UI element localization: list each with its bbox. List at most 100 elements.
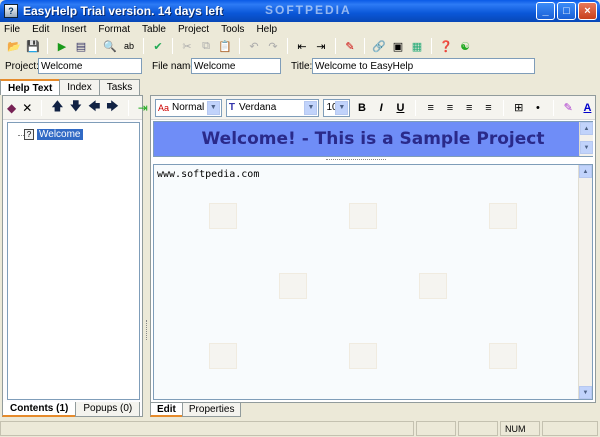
contents-toolbar: ◆ ✕ 🡅 🡇 🡄 🡆 ⇥ (3, 96, 148, 120)
tab-edit[interactable]: Edit (150, 403, 183, 417)
status-message (0, 421, 414, 436)
help-icon[interactable]: ❓ (438, 38, 454, 54)
style-icon: A​a (158, 102, 170, 113)
menu-table[interactable]: Table (142, 24, 166, 35)
size-combo[interactable]: 10 ▼ (323, 98, 351, 117)
italic-icon[interactable]: I (374, 100, 389, 116)
style-combo[interactable]: A​a Normal ▼ (155, 98, 222, 117)
heading-band[interactable]: Welcome! - This is a Sample Project (153, 121, 593, 157)
scroll-down-icon[interactable]: ▼ (579, 386, 592, 399)
font-color-icon[interactable]: A (580, 100, 595, 116)
undo-icon[interactable]: ↶ (246, 38, 262, 54)
menu-format[interactable]: Format (98, 24, 130, 35)
chevron-down-icon: ▼ (304, 100, 318, 115)
font-icon: T (228, 102, 235, 113)
watermark: SOFTPEDIA (265, 3, 352, 17)
menu-bar: File Edit Insert Format Table Project To… (0, 22, 600, 36)
scroll-down-icon[interactable]: ▼ (580, 141, 593, 154)
tab-help-text[interactable]: Help Text (0, 79, 61, 95)
tab-properties[interactable]: Properties (181, 403, 242, 417)
editor-scrollbar[interactable]: ▲ ▼ (578, 165, 592, 399)
move-up-icon[interactable]: 🡅 (51, 99, 63, 116)
find-icon[interactable]: 🔍 (102, 38, 118, 54)
tab-tasks[interactable]: Tasks (98, 79, 141, 95)
contents-panel: ◆ ✕ 🡅 🡇 🡄 🡆 ⇥ ? Welcome (2, 95, 148, 417)
preview-icon[interactable]: ▤ (73, 38, 89, 54)
copy-icon[interactable]: ⧉ (198, 38, 214, 54)
menu-help[interactable]: Help (256, 24, 277, 35)
format-toolbar: A​a Normal ▼ T Verdana ▼ 10 ▼ B I U ≡ ≡ … (151, 96, 595, 120)
paste-icon[interactable]: 📋 (217, 38, 233, 54)
editor-area[interactable]: www.softpedia.com ▲ ▼ (153, 164, 593, 400)
editor-panel: A​a Normal ▼ T Verdana ▼ 10 ▼ B I U ≡ ≡ … (150, 95, 596, 403)
scroll-up-icon[interactable]: ▲ (580, 122, 593, 135)
editor-content: www.softpedia.com (157, 169, 260, 180)
align-right-icon[interactable]: ≡ (462, 100, 477, 116)
tree-item-label: Welcome (37, 129, 83, 140)
save-icon[interactable]: 💾 (25, 38, 41, 54)
maximize-button[interactable]: □ (557, 2, 576, 20)
font-value: Verdana (239, 102, 277, 113)
close-button[interactable]: × (578, 2, 597, 20)
status-cell (416, 421, 456, 436)
title-bar: ? EasyHelp Trial version. 14 days left S… (0, 0, 600, 22)
status-cell (458, 421, 498, 436)
filename-field[interactable] (191, 58, 281, 74)
delete-icon[interactable]: ✕ (22, 100, 32, 116)
outdent-icon[interactable]: ⇤ (294, 38, 310, 54)
wizard-icon[interactable]: ☯ (457, 38, 473, 54)
move-right-icon[interactable]: 🡆 (106, 99, 118, 116)
heading-scrollbar[interactable]: ▲ ▼ (579, 122, 593, 156)
topic-tree[interactable]: ? Welcome (7, 122, 140, 400)
left-bottom-tabs: Contents (1) Popups (0) (2, 402, 141, 417)
project-field[interactable] (38, 58, 142, 74)
minimize-button[interactable]: _ (536, 2, 555, 20)
move-down-icon[interactable]: 🡇 (70, 99, 82, 116)
indent-icon[interactable]: ⇥ (313, 38, 329, 54)
bullet-list-icon[interactable]: • (530, 100, 545, 116)
chevron-down-icon: ▼ (206, 100, 220, 115)
project-row: Project: File name: Title: (0, 57, 600, 77)
horizontal-splitter[interactable] (326, 159, 386, 162)
link-icon[interactable]: 🔗 (371, 38, 387, 54)
menu-insert[interactable]: Insert (61, 24, 86, 35)
tree-item[interactable]: ? Welcome (24, 129, 83, 140)
run-icon[interactable]: ▶ (54, 38, 70, 54)
cut-icon[interactable]: ✂ (179, 38, 195, 54)
replace-icon[interactable]: ab (121, 38, 137, 54)
bold-icon[interactable]: B (354, 100, 369, 116)
style-value: Normal (172, 102, 205, 113)
project-label: Project: (5, 61, 39, 72)
tab-contents[interactable]: Contents (1) (2, 402, 77, 417)
image-icon[interactable]: ▦ (409, 38, 425, 54)
redo-icon[interactable]: ↷ (265, 38, 281, 54)
editor-tabs: Edit Properties (150, 403, 242, 417)
status-bar: NUM (0, 420, 600, 437)
new-topic-icon[interactable]: ◆ (7, 100, 16, 116)
window-title: EasyHelp Trial version. 14 days left (23, 4, 224, 18)
numbered-list-icon[interactable]: ⊞ (511, 100, 526, 116)
underline-icon[interactable]: U (393, 100, 408, 116)
topic-icon: ? (24, 129, 34, 140)
tab-popups[interactable]: Popups (0) (75, 402, 141, 417)
spellcheck-icon[interactable]: ✔ (150, 38, 166, 54)
menu-edit[interactable]: Edit (32, 24, 49, 35)
title-field[interactable] (312, 58, 535, 74)
window-icon[interactable]: ▣ (390, 38, 406, 54)
highlight-icon[interactable]: ✎ (342, 38, 358, 54)
justify-icon[interactable]: ≡ (481, 100, 496, 116)
title-label: Title: (291, 61, 313, 72)
menu-tools[interactable]: Tools (221, 24, 244, 35)
chevron-down-icon: ▼ (335, 100, 349, 115)
highlight-color-icon[interactable]: ✎ (561, 100, 576, 116)
menu-project[interactable]: Project (178, 24, 209, 35)
open-folder-icon[interactable]: 📂 (6, 38, 22, 54)
move-left-icon[interactable]: 🡄 (88, 99, 100, 116)
align-center-icon[interactable]: ≡ (442, 100, 457, 116)
tab-index[interactable]: Index (59, 79, 100, 95)
menu-file[interactable]: File (4, 24, 20, 35)
scroll-up-icon[interactable]: ▲ (579, 165, 592, 178)
font-combo[interactable]: T Verdana ▼ (225, 98, 320, 117)
status-num: NUM (500, 421, 540, 436)
align-left-icon[interactable]: ≡ (423, 100, 438, 116)
